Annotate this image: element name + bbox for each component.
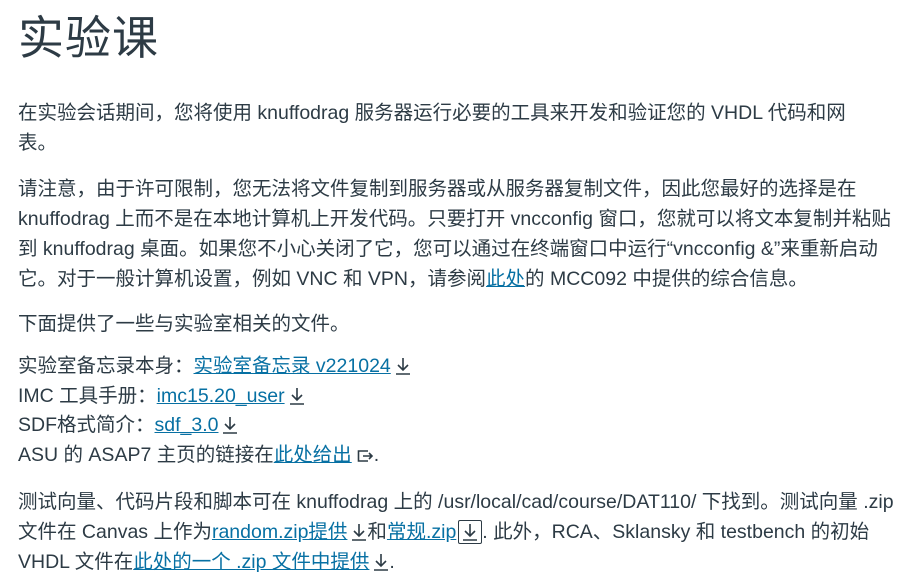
file-list: 实验室备忘录本身：实验室备忘录 v221024 IMC 工具手册：imc15.2… (18, 352, 411, 470)
files-intro: 下面提供了一些与实验室相关的文件。 (18, 313, 350, 335)
file-label: IMC 工具手册： (18, 384, 157, 407)
file-item-sdf: SDF格式简介：sdf_3.0 (18, 411, 411, 441)
focused-download-button[interactable] (458, 520, 483, 544)
license-paragraph: 请注意，由于许可限制，您无法将文件复制到服务器或从服务器复制文件，因此您最好的选… (18, 174, 898, 294)
download-icon[interactable] (395, 357, 411, 375)
resources-text-and: 和 (367, 521, 387, 543)
page-content: 实验课 在实验会话期间，您将使用 knuffodrag 服务器运行必要的工具来开… (18, 0, 898, 573)
download-icon[interactable] (373, 553, 389, 571)
download-icon[interactable] (351, 523, 367, 541)
vhdl-zip-link[interactable]: 此处的一个 .zip 文件中提供 (133, 551, 369, 573)
imc-manual-link[interactable]: imc15.20_user (157, 385, 285, 407)
asap7-link[interactable]: 此处给出 (274, 444, 352, 466)
asu-text-end: . (373, 443, 380, 466)
mcc092-link[interactable]: 此处 (486, 268, 525, 290)
download-icon[interactable] (222, 416, 238, 434)
download-icon[interactable] (289, 387, 305, 405)
lab-memo-link[interactable]: 实验室备忘录 v221024 (194, 355, 391, 377)
asu-text: ASU 的 ASAP7 主页的链接在 (18, 443, 274, 466)
license-text-end: 的 MCC092 中提供的综合信息。 (525, 268, 808, 290)
asu-link-row: ASU 的 ASAP7 主页的链接在此处给出. (18, 441, 411, 471)
random-zip-link[interactable]: random.zip提供 (212, 521, 347, 543)
external-link-icon[interactable] (356, 449, 374, 463)
sdf-link[interactable]: sdf_3.0 (155, 414, 219, 436)
page-title: 实验课 (18, 12, 159, 64)
regular-zip-link[interactable]: 常规.zip (387, 521, 456, 543)
file-item-imc-manual: IMC 工具手册：imc15.20_user (18, 382, 411, 412)
file-label: 实验室备忘录本身： (18, 355, 194, 377)
resources-paragraph: 测试向量、代码片段和脚本可在 knuffodrag 上的 /usr/local/… (18, 487, 898, 577)
file-label: SDF格式简介： (18, 414, 155, 436)
intro-paragraph: 在实验会话期间，您将使用 knuffodrag 服务器运行必要的工具来开发和验证… (18, 102, 846, 154)
file-item-lab-memo: 实验室备忘录本身：实验室备忘录 v221024 (18, 352, 411, 382)
resources-text-end: . (389, 551, 395, 573)
download-icon[interactable] (462, 523, 478, 541)
